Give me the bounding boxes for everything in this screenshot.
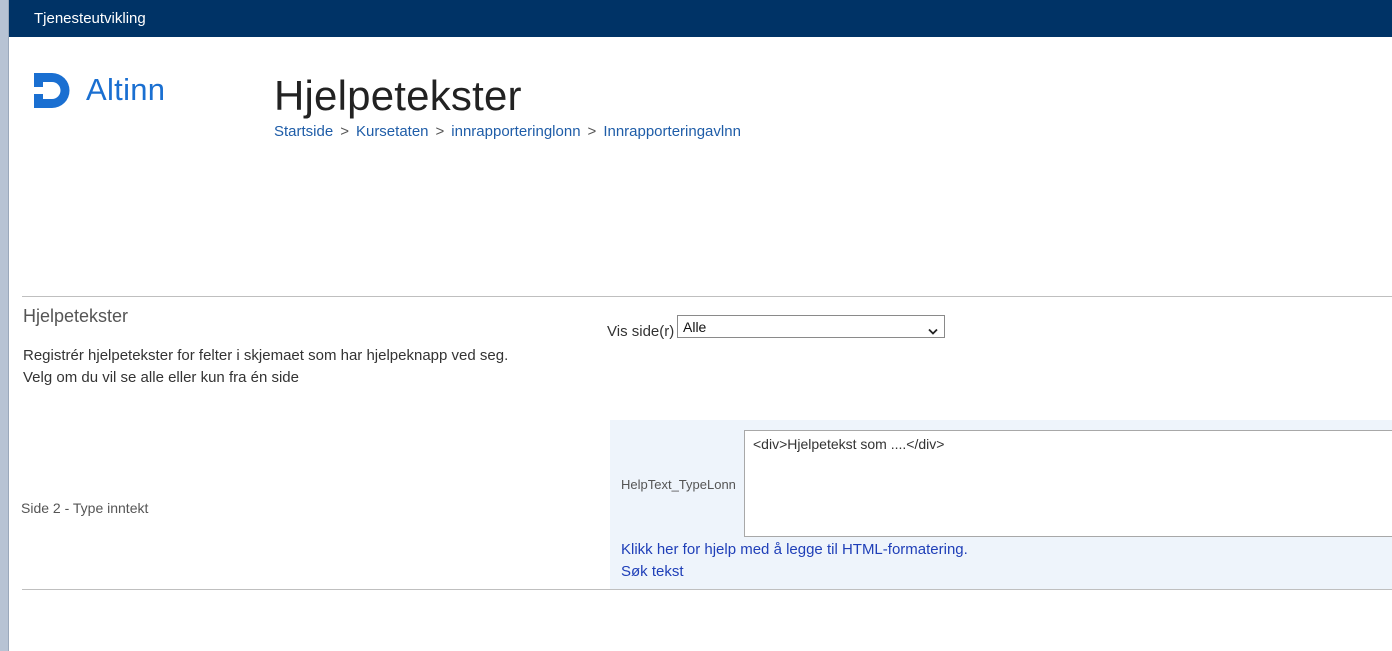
side-label: Side 2 - Type inntekt [21,500,149,516]
altinn-logo[interactable]: Altinn [34,72,165,108]
divider-top [22,296,1392,297]
top-bar: Tjenesteutvikling [9,0,1392,37]
section-heading: Hjelpetekster [23,306,129,326]
left-window-edge [0,0,9,651]
helptext-field-label: HelpText_TypeLonn [621,477,736,492]
section-description-2: Velg om du vil se alle eller kun fra én … [23,369,299,386]
breadcrumb-startside[interactable]: Startside [274,123,333,140]
helptext-input[interactable] [744,430,1392,537]
search-text-link[interactable]: Søk tekst [621,563,684,580]
breadcrumb-innrapporteringavlnn[interactable]: Innrapporteringavlnn [603,123,741,140]
html-help-link[interactable]: Klikk her for hjelp med å legge til HTML… [621,541,968,558]
breadcrumb-innrapporteringlonn[interactable]: innrapporteringlonn [451,123,580,140]
page-filter-value: Alle [683,318,707,335]
altinn-logo-text: Altinn [86,72,166,107]
section-description-1: Registrér hjelpetekster for felter i skj… [23,347,509,364]
divider-bottom [22,589,1392,590]
page-title: Hjelpetekster [274,72,522,119]
breadcrumb-separator: > [340,123,349,140]
breadcrumb: Startside > Kursetaten > innrapportering… [274,123,741,140]
breadcrumb-separator: > [435,123,445,140]
chevron-down-icon [928,323,938,335]
altinn-logo-icon [34,72,70,108]
helptext-panel: HelpText_TypeLonn Klikk her for hjelp me… [610,420,1392,589]
breadcrumb-separator: > [587,123,597,140]
page-filter-select[interactable]: Alle [677,315,945,338]
topbar-title[interactable]: Tjenesteutvikling [34,10,146,27]
breadcrumb-kursetaten[interactable]: Kursetaten [356,123,429,140]
page-filter-label: Vis side(r) [607,323,675,340]
